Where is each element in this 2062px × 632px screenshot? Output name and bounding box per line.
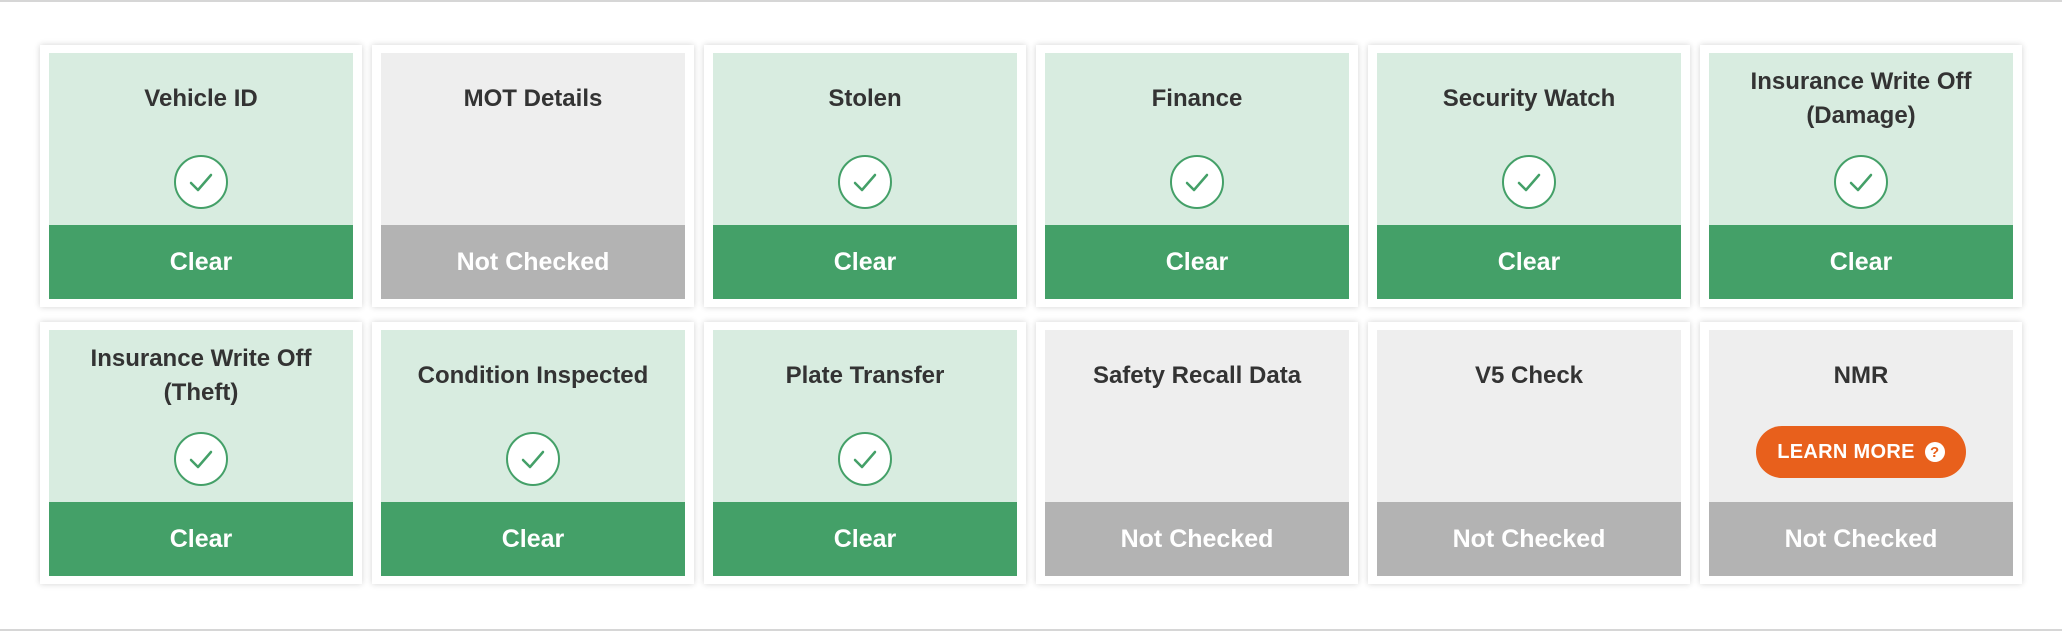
status-badge: Clear (381, 502, 685, 576)
card-body: Insurance Write Off (Theft) (49, 330, 353, 502)
check-card-insurance-write-off-damage: Insurance Write Off (Damage) Clear (1700, 45, 2022, 307)
status-badge: Not Checked (1709, 502, 2013, 576)
check-card-condition-inspected: Condition Inspected Clear (372, 322, 694, 584)
card-body: Vehicle ID (49, 53, 353, 225)
check-card-nmr: NMR LEARN MORE ? Not Checked (1700, 322, 2022, 584)
check-card-stolen: Stolen Clear (704, 45, 1026, 307)
status-badge: Clear (1045, 225, 1349, 299)
check-card-security-watch: Security Watch Clear (1368, 45, 1690, 307)
check-card-finance: Finance Clear (1036, 45, 1358, 307)
check-circle-icon (506, 432, 560, 486)
card-title: Safety Recall Data (1092, 362, 1302, 389)
card-title: Vehicle ID (144, 85, 258, 112)
check-circle-icon (174, 155, 228, 209)
status-badge: Clear (49, 225, 353, 299)
vehicle-check-grid: Vehicle ID Clear MOT Details Not Checked… (40, 45, 2022, 584)
card-body: Condition Inspected (381, 330, 685, 502)
card-title: MOT Details (463, 85, 603, 112)
card-title: NMR (1833, 362, 1889, 389)
check-card-safety-recall-data: Safety Recall Data Not Checked (1036, 322, 1358, 584)
check-card-plate-transfer: Plate Transfer Clear (704, 322, 1026, 584)
top-divider (0, 0, 2062, 2)
status-badge: Clear (713, 502, 1017, 576)
status-badge: Not Checked (1045, 502, 1349, 576)
check-circle-icon (1834, 155, 1888, 209)
status-badge: Clear (1377, 225, 1681, 299)
card-body: NMR LEARN MORE ? (1709, 330, 2013, 502)
status-badge: Clear (49, 502, 353, 576)
card-body: Security Watch (1377, 53, 1681, 225)
status-badge: Not Checked (381, 225, 685, 299)
card-body: Insurance Write Off (Damage) (1709, 53, 2013, 225)
bottom-divider (0, 629, 2062, 631)
check-circle-icon (838, 432, 892, 486)
question-circle-icon: ? (1924, 442, 1945, 462)
card-body: Stolen (713, 53, 1017, 225)
card-title: Condition Inspected (417, 362, 649, 389)
card-body: Safety Recall Data (1045, 330, 1349, 502)
card-title: V5 Check (1474, 362, 1584, 389)
check-card-mot-details: MOT Details Not Checked (372, 45, 694, 307)
status-badge: Clear (713, 225, 1017, 299)
check-card-vehicle-id: Vehicle ID Clear (40, 45, 362, 307)
check-circle-icon (174, 432, 228, 486)
check-circle-icon (1170, 155, 1224, 209)
status-badge: Clear (1709, 225, 2013, 299)
check-card-insurance-write-off-theft: Insurance Write Off (Theft) Clear (40, 322, 362, 584)
card-body: V5 Check (1377, 330, 1681, 502)
card-title: Plate Transfer (785, 362, 945, 389)
card-body: Plate Transfer (713, 330, 1017, 502)
check-card-v5-check: V5 Check Not Checked (1368, 322, 1690, 584)
learn-more-label: LEARN MORE (1777, 440, 1915, 463)
card-title: Insurance Write Off (Theft) (90, 345, 312, 406)
status-badge: Not Checked (1377, 502, 1681, 576)
card-body: Finance (1045, 53, 1349, 225)
card-title: Security Watch (1442, 85, 1616, 112)
card-title: Stolen (828, 85, 902, 112)
card-body: MOT Details (381, 53, 685, 225)
learn-more-button[interactable]: LEARN MORE ? (1756, 426, 1966, 478)
card-title: Insurance Write Off (Damage) (1750, 68, 1972, 129)
check-circle-icon (838, 155, 892, 209)
card-title: Finance (1151, 85, 1243, 112)
check-circle-icon (1502, 155, 1556, 209)
